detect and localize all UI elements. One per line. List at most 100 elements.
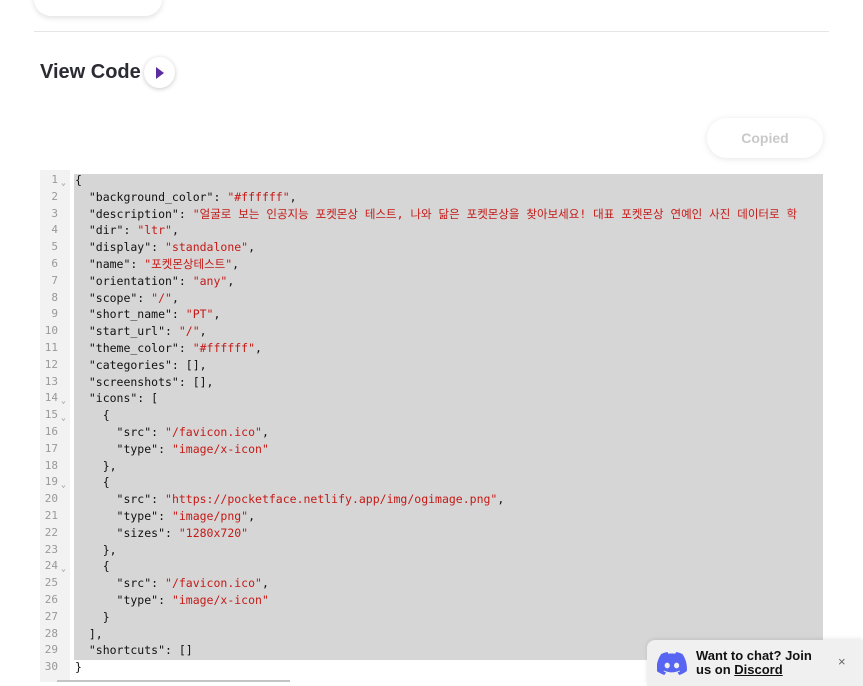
- discord-banner-text: Want to chat? Join us on Discord: [696, 649, 812, 677]
- code-text: {: [75, 558, 110, 575]
- view-code-toggle-button[interactable]: [144, 57, 175, 88]
- code-string: "#ffffff": [227, 189, 290, 204]
- code-line: 19 ⌄ {: [40, 474, 863, 491]
- code-text: "dir": "ltr",: [75, 222, 179, 239]
- view-code-title: View Code: [40, 61, 141, 83]
- code-line: 4 "dir": "ltr",: [40, 222, 863, 239]
- code-token: "short_name":: [75, 307, 186, 322]
- code-line: 20 "src": "https://pocketface.netlify.ap…: [40, 491, 863, 508]
- code-token: {: [75, 559, 110, 574]
- line-number: 14: [44, 391, 58, 405]
- line-number: 12: [44, 357, 58, 371]
- code-token: ,: [497, 492, 505, 507]
- code-string: "https://pocketface.netlify.app/img/ogim…: [165, 492, 498, 507]
- code-token: ,: [289, 189, 297, 204]
- line-number: 15: [44, 408, 58, 422]
- line-number: 25: [44, 576, 58, 590]
- discord-chat-banner[interactable]: Want to chat? Join us on Discord ×: [647, 640, 863, 686]
- code-string: "any": [192, 273, 228, 288]
- code-string: "포켓몬상테스트": [144, 256, 233, 271]
- code-line: 13 "screenshots": [],: [40, 374, 863, 391]
- code-text: "type": "image/x-icon": [75, 592, 269, 609]
- discord-link[interactable]: Discord: [734, 662, 782, 677]
- code-text: }: [75, 659, 82, 676]
- code-text: {: [75, 172, 82, 189]
- line-number: 26: [44, 592, 58, 606]
- line-number: 6: [51, 256, 58, 270]
- code-text: "src": "/favicon.ico",: [75, 575, 269, 592]
- code-text: }: [75, 609, 110, 626]
- code-token: }: [75, 660, 82, 675]
- line-number: 16: [44, 424, 58, 438]
- code-token: ,: [227, 273, 235, 288]
- code-text: {: [75, 407, 110, 424]
- code-editor[interactable]: 1 ⌄{2 "background_color": "#ffffff", 3 "de…: [40, 170, 863, 682]
- code-text: "shortcuts": []: [75, 642, 193, 659]
- code-line: 24 ⌄ {: [40, 558, 863, 575]
- line-number: 30: [44, 660, 58, 674]
- code-token: ,: [261, 424, 269, 439]
- code-text: ],: [75, 626, 103, 643]
- line-number: 24: [44, 559, 58, 573]
- code-text: "short_name": "PT",: [75, 306, 221, 323]
- code-line: 14 ⌄ "icons": [: [40, 390, 863, 407]
- code-text: "display": "standalone",: [75, 239, 255, 256]
- generate-button[interactable]: Generate: [34, 0, 162, 16]
- code-token: "description":: [75, 206, 193, 221]
- code-token: "type":: [75, 592, 172, 607]
- line-number: 23: [44, 542, 58, 556]
- code-text: {: [75, 474, 110, 491]
- code-token: ,: [248, 508, 256, 523]
- code-text: "type": "image/x-icon": [75, 441, 269, 458]
- code-token: "name":: [75, 256, 145, 271]
- code-line: 7 "orientation": "any",: [40, 273, 863, 290]
- code-token: {: [75, 475, 110, 490]
- discord-icon: [657, 652, 687, 675]
- code-text: "categories": [],: [75, 357, 207, 374]
- line-number: 19: [44, 475, 58, 489]
- code-text: "theme_color": "#ffffff",: [75, 340, 262, 357]
- code-line: 16 "src": "/favicon.ico",: [40, 424, 863, 441]
- close-icon[interactable]: ×: [838, 654, 846, 669]
- code-token: "icons": [: [75, 391, 159, 406]
- code-line: 21 "type": "image/png",: [40, 508, 863, 525]
- code-string: "1280x720": [178, 525, 249, 540]
- line-number: 17: [44, 441, 58, 455]
- discord-banner-line1: Want to chat? Join: [696, 648, 812, 663]
- code-string: "/favicon.ico": [165, 576, 262, 591]
- code-line: 5 "display": "standalone",: [40, 239, 863, 256]
- code-token: "theme_color":: [75, 340, 193, 355]
- code-token: ],: [75, 626, 103, 641]
- code-token: ,: [171, 223, 179, 238]
- code-line: 10 "start_url": "/",: [40, 323, 863, 340]
- code-line: 3 "description": "얼굴로 보는 인공지능 포켓몬상 테스트, …: [40, 206, 863, 223]
- line-number: 29: [44, 643, 58, 657]
- code-token: },: [75, 542, 117, 557]
- code-text: "name": "포켓몬상테스트",: [75, 256, 239, 273]
- code-token: ,: [232, 256, 240, 271]
- line-number: 1: [51, 173, 58, 186]
- code-token: }: [75, 609, 110, 624]
- code-token: },: [75, 458, 117, 473]
- code-text: "orientation": "any",: [75, 273, 234, 290]
- copy-button[interactable]: Copied: [707, 118, 823, 158]
- code-token: "scope":: [75, 290, 152, 305]
- code-token: "src":: [75, 576, 166, 591]
- line-number: 3: [51, 206, 58, 220]
- line-number: 7: [51, 273, 58, 287]
- code-text: "description": "얼굴로 보는 인공지능 포켓몬상 테스트, 나와…: [75, 206, 797, 223]
- code-text: },: [75, 458, 117, 475]
- code-token: {: [75, 408, 110, 423]
- code-string: "ltr": [137, 223, 172, 238]
- code-token: ,: [255, 340, 262, 355]
- code-token: "type":: [75, 508, 172, 523]
- code-line: 17 "type": "image/x-icon": [40, 441, 863, 458]
- code-string: "/": [151, 290, 172, 305]
- code-line: 27 }: [40, 609, 863, 626]
- code-line: 2 "background_color": "#ffffff",: [40, 189, 863, 206]
- code-text: "src": "https://pocketface.netlify.app/i…: [75, 491, 505, 508]
- code-token: "start_url":: [75, 324, 179, 339]
- code-line: 11 "theme_color": "#ffffff",: [40, 340, 863, 357]
- line-number: 11: [44, 340, 58, 354]
- code-token: ,: [248, 240, 256, 255]
